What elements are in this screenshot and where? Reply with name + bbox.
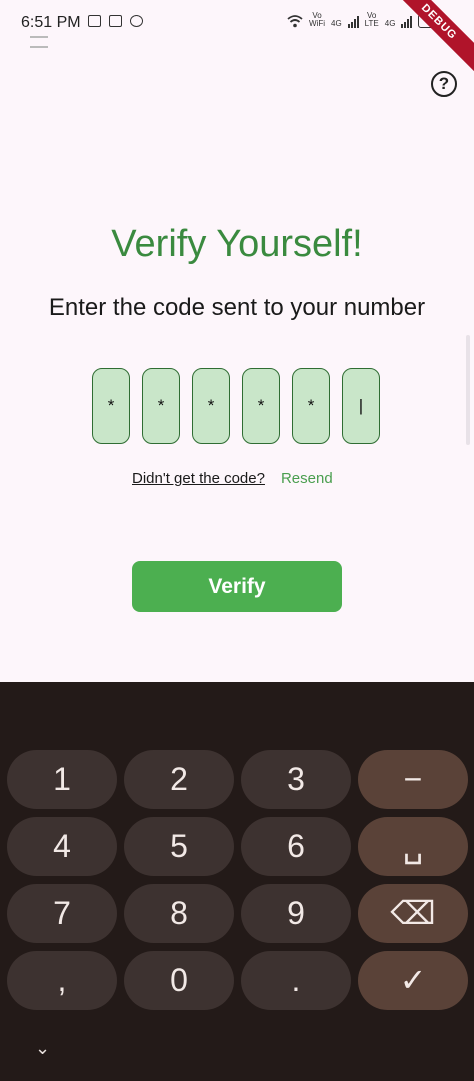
space-key-icon[interactable]: ␣ — [358, 817, 468, 876]
verify-button[interactable]: Verify — [132, 561, 342, 612]
network-type-1: 4G — [331, 19, 342, 28]
video-icon — [88, 15, 101, 27]
otp-digit-2[interactable]: * — [142, 368, 180, 444]
help-icon[interactable]: ? — [431, 71, 457, 97]
page-subtitle: Enter the code sent to your number — [48, 294, 426, 321]
otp-digit-3[interactable]: * — [192, 368, 230, 444]
comma-key[interactable]: , — [7, 951, 117, 1010]
period-key[interactable]: . — [241, 951, 351, 1010]
screen-cast-icon — [30, 36, 48, 48]
page-title: Verify Yourself! — [111, 223, 363, 265]
office-icon — [109, 15, 122, 27]
notification-icons — [88, 15, 143, 27]
key-3[interactable]: 3 — [241, 750, 351, 809]
vowifi-label: Vo WiFi — [309, 11, 325, 28]
key-0[interactable]: 0 — [124, 951, 234, 1010]
backspace-icon[interactable]: ⌫ — [358, 884, 468, 943]
otp-digit-6[interactable]: | — [342, 368, 380, 444]
wifi-icon — [287, 15, 303, 28]
otp-digit-5[interactable]: * — [292, 368, 330, 444]
otp-input-row: * * * * * | — [92, 368, 380, 444]
network-type-2: 4G — [384, 19, 396, 28]
key-7[interactable]: 7 — [7, 884, 117, 943]
resend-row: Didn't get the code? Resend — [132, 470, 333, 487]
volte-label: Vo LTE — [364, 11, 379, 28]
status-time: 6:51 PM — [21, 14, 81, 31]
didnt-get-code-text: Didn't get the code? — [132, 470, 265, 487]
key-2[interactable]: 2 — [124, 750, 234, 809]
status-bar: 6:51 PM Vo WiFi 4G Vo LTE 4G 42 D — [0, 0, 474, 76]
key-8[interactable]: 8 — [124, 884, 234, 943]
key-9[interactable]: 9 — [241, 884, 351, 943]
signal-icon-1 — [347, 16, 359, 28]
verify-screen: 6:51 PM Vo WiFi 4G Vo LTE 4G 42 D — [0, 0, 474, 682]
chevron-down-icon[interactable]: ⌄ — [35, 1038, 50, 1059]
signal-icon-2 — [401, 16, 413, 28]
key-5[interactable]: 5 — [124, 817, 234, 876]
resend-link[interactable]: Resend — [281, 470, 333, 487]
otp-digit-4[interactable]: * — [242, 368, 280, 444]
numeric-keyboard: 1 2 3 − 4 5 6 ␣ 7 8 9 ⌫ , 0 . ✓ ⌄ — [0, 682, 474, 1081]
keyboard-keys: 1 2 3 − 4 5 6 ␣ 7 8 9 ⌫ , 0 . ✓ — [7, 750, 468, 1010]
key-1[interactable]: 1 — [7, 750, 117, 809]
key-6[interactable]: 6 — [241, 817, 351, 876]
otp-digit-1[interactable]: * — [92, 368, 130, 444]
gear-icon — [130, 15, 143, 27]
key-4[interactable]: 4 — [7, 817, 117, 876]
scroll-indicator — [466, 335, 470, 445]
enter-check-icon[interactable]: ✓ — [358, 951, 468, 1010]
minus-key[interactable]: − — [358, 750, 468, 809]
